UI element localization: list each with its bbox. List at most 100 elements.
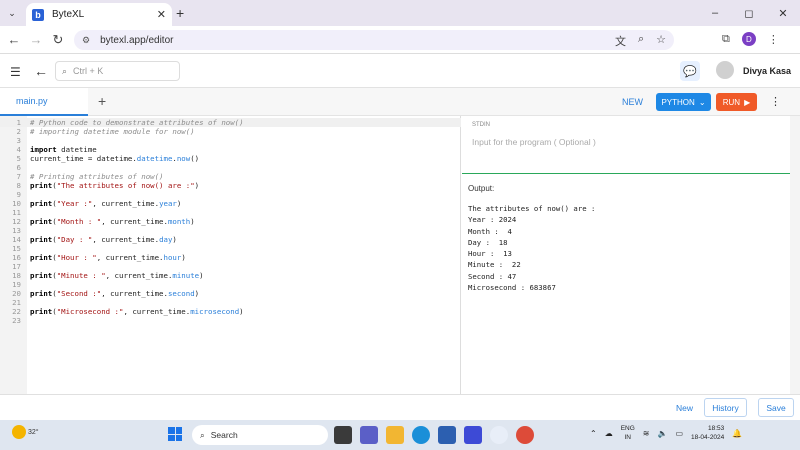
back-icon[interactable]: ← [34,63,48,79]
history-button[interactable]: History [704,398,747,417]
weather-widget[interactable]: 32° [12,425,39,439]
address-bar[interactable]: ⚙ bytexl.app/editor 文 ⌕ ☆ [74,30,674,50]
code-line[interactable]: 9 [0,190,461,199]
search-input[interactable]: ⌕ Ctrl + K [55,61,180,81]
language-select[interactable]: PYTHON ⌄ [656,93,711,111]
code-line[interactable]: 13 [0,226,461,235]
user-name[interactable]: Divya Kasa [743,66,791,76]
browser-menu-icon[interactable]: ⋮ [768,33,779,46]
teams-icon[interactable] [360,426,378,444]
taskbar-search[interactable]: ⌕ Search [192,425,328,445]
browser-tabstrip: ⌄ b ByteXL ✕ + – ◻ ✕ [0,0,800,26]
date: 18-04-2024 [691,434,725,441]
scrollbar[interactable] [790,116,800,394]
zoom-icon[interactable]: ⌕ [638,33,644,49]
clock[interactable]: 18:53 18-04-2024 [691,424,724,442]
save-button[interactable]: Save [758,398,794,417]
tab-main-py[interactable]: main.py [0,88,88,116]
stdin-input[interactable]: Input for the program ( Optional ) [472,137,596,147]
play-icon: ▶ [744,97,751,107]
reload-icon[interactable]: ↻ [50,32,66,48]
code-line[interactable]: 10 print("Year :", current_time.year) [0,199,461,208]
code-line[interactable]: 2 # importing datetime module for now() [0,127,461,136]
line-number: 8 [16,181,21,190]
line-number: 11 [12,208,21,217]
code-line[interactable]: 11 [0,208,461,217]
tab-search-icon[interactable]: ⌄ [4,5,20,21]
translate-icon[interactable]: 文 [615,33,626,49]
close-window-icon[interactable]: ✕ [766,0,800,26]
code-line[interactable]: 1 # Python code to demonstrate attributes… [0,118,461,127]
language-indicator[interactable]: ENG IN [621,424,635,442]
editor-footer: New History Save [0,394,800,420]
code-text: # Python code to demonstrate attributes … [30,118,244,127]
system-tray: ⌃ ☁ ENG IN ≋ 🔈 ▭ 18:53 18-04-2024 🔔 [590,424,742,442]
code-line[interactable]: 20 print("Second :", current_time.second) [0,289,461,298]
line-number: 14 [12,235,21,244]
code-line[interactable]: 12 print("Month : ", current_time.month) [0,217,461,226]
chat-icon[interactable]: 💬 [680,61,700,81]
lang-top: ENG [620,425,635,432]
add-file-icon[interactable]: + [98,93,106,109]
edge-icon[interactable] [412,426,430,444]
site-info-icon[interactable]: ⚙ [82,35,90,46]
back-arrow-icon[interactable]: ← [6,32,22,47]
file-explorer-icon[interactable] [386,426,404,444]
volume-icon[interactable]: 🔈 [658,429,668,438]
bookmark-star-icon[interactable]: ☆ [656,33,666,49]
code-line[interactable]: 23 [0,316,461,325]
bytexl-favicon-icon: b [32,8,44,21]
line-number: 9 [16,190,21,199]
avatar[interactable] [716,61,734,79]
new-tab-icon[interactable]: + [176,5,184,21]
window-controls: – ◻ ✕ [698,0,800,26]
windows-start-icon[interactable] [168,427,182,441]
code-line[interactable]: 16 print("Hour : ", current_time.hour) [0,253,461,262]
code-line[interactable]: 22 print("Microsecond :", current_time.mi… [0,307,461,316]
store-icon[interactable] [438,426,456,444]
restore-icon[interactable]: ◻ [732,0,766,26]
code-line[interactable]: 6 [0,163,461,172]
close-tab-icon[interactable]: ✕ [157,8,166,21]
more-options-icon[interactable]: ⋮ [770,95,781,108]
extensions-icon[interactable]: ⧉ [722,33,730,46]
code-line[interactable]: 15 [0,244,461,253]
code-line[interactable]: 21 [0,298,461,307]
code-text: print("Year :", current_time.year) [30,199,182,208]
new-link[interactable]: New [676,403,693,413]
copilot-icon[interactable] [490,426,508,444]
code-text: current_time = datetime.datetime.now() [30,154,200,163]
code-editor[interactable]: 1 # Python code to demonstrate attributes… [0,116,461,394]
code-line[interactable]: 14 print("Day : ", current_time.day) [0,235,461,244]
wifi-icon[interactable]: ≋ [643,429,650,438]
run-button[interactable]: RUN ▶ [716,93,757,111]
minimize-icon[interactable]: – [698,0,732,26]
menu-collapse-icon[interactable]: ☰ [10,65,21,79]
line-number: 17 [12,262,21,271]
browser-toolbar: ← → ↻ ⚙ bytexl.app/editor 文 ⌕ ☆ [0,26,800,54]
code-line[interactable]: 4 import datetime [0,145,461,154]
code-line[interactable]: 17 [0,262,461,271]
browser-extensions: ⧉ D ⋮ [722,32,779,46]
new-button[interactable]: NEW [622,97,643,107]
code-line[interactable]: 19 [0,280,461,289]
task-view-icon[interactable] [334,426,352,444]
line-number: 12 [12,217,21,226]
weather-sun-icon [12,425,26,439]
code-line[interactable]: 8 print("The attributes of now() are :") [0,181,461,190]
code-line[interactable]: 7 # Printing attributes of now() [0,172,461,181]
code-line[interactable]: 5 current_time = datetime.datetime.now() [0,154,461,163]
stdin-panel[interactable]: STDIN Input for the program ( Optional ) [462,116,790,174]
chrome-icon[interactable] [516,426,534,444]
profile-avatar[interactable]: D [741,32,756,46]
tray-chevron-up-icon[interactable]: ⌃ [590,429,597,438]
browser-tab[interactable]: b ByteXL ✕ [26,3,172,26]
app-icon[interactable] [464,426,482,444]
onedrive-icon[interactable]: ☁ [605,429,613,438]
forward-arrow-icon[interactable]: → [28,32,44,47]
code-line[interactable]: 3 [0,136,461,145]
notification-bell-icon[interactable]: 🔔 [732,429,742,438]
stdin-label: STDIN [472,122,490,128]
code-line[interactable]: 18 print("Minute : ", current_time.minute… [0,271,461,280]
battery-icon[interactable]: ▭ [675,429,683,438]
